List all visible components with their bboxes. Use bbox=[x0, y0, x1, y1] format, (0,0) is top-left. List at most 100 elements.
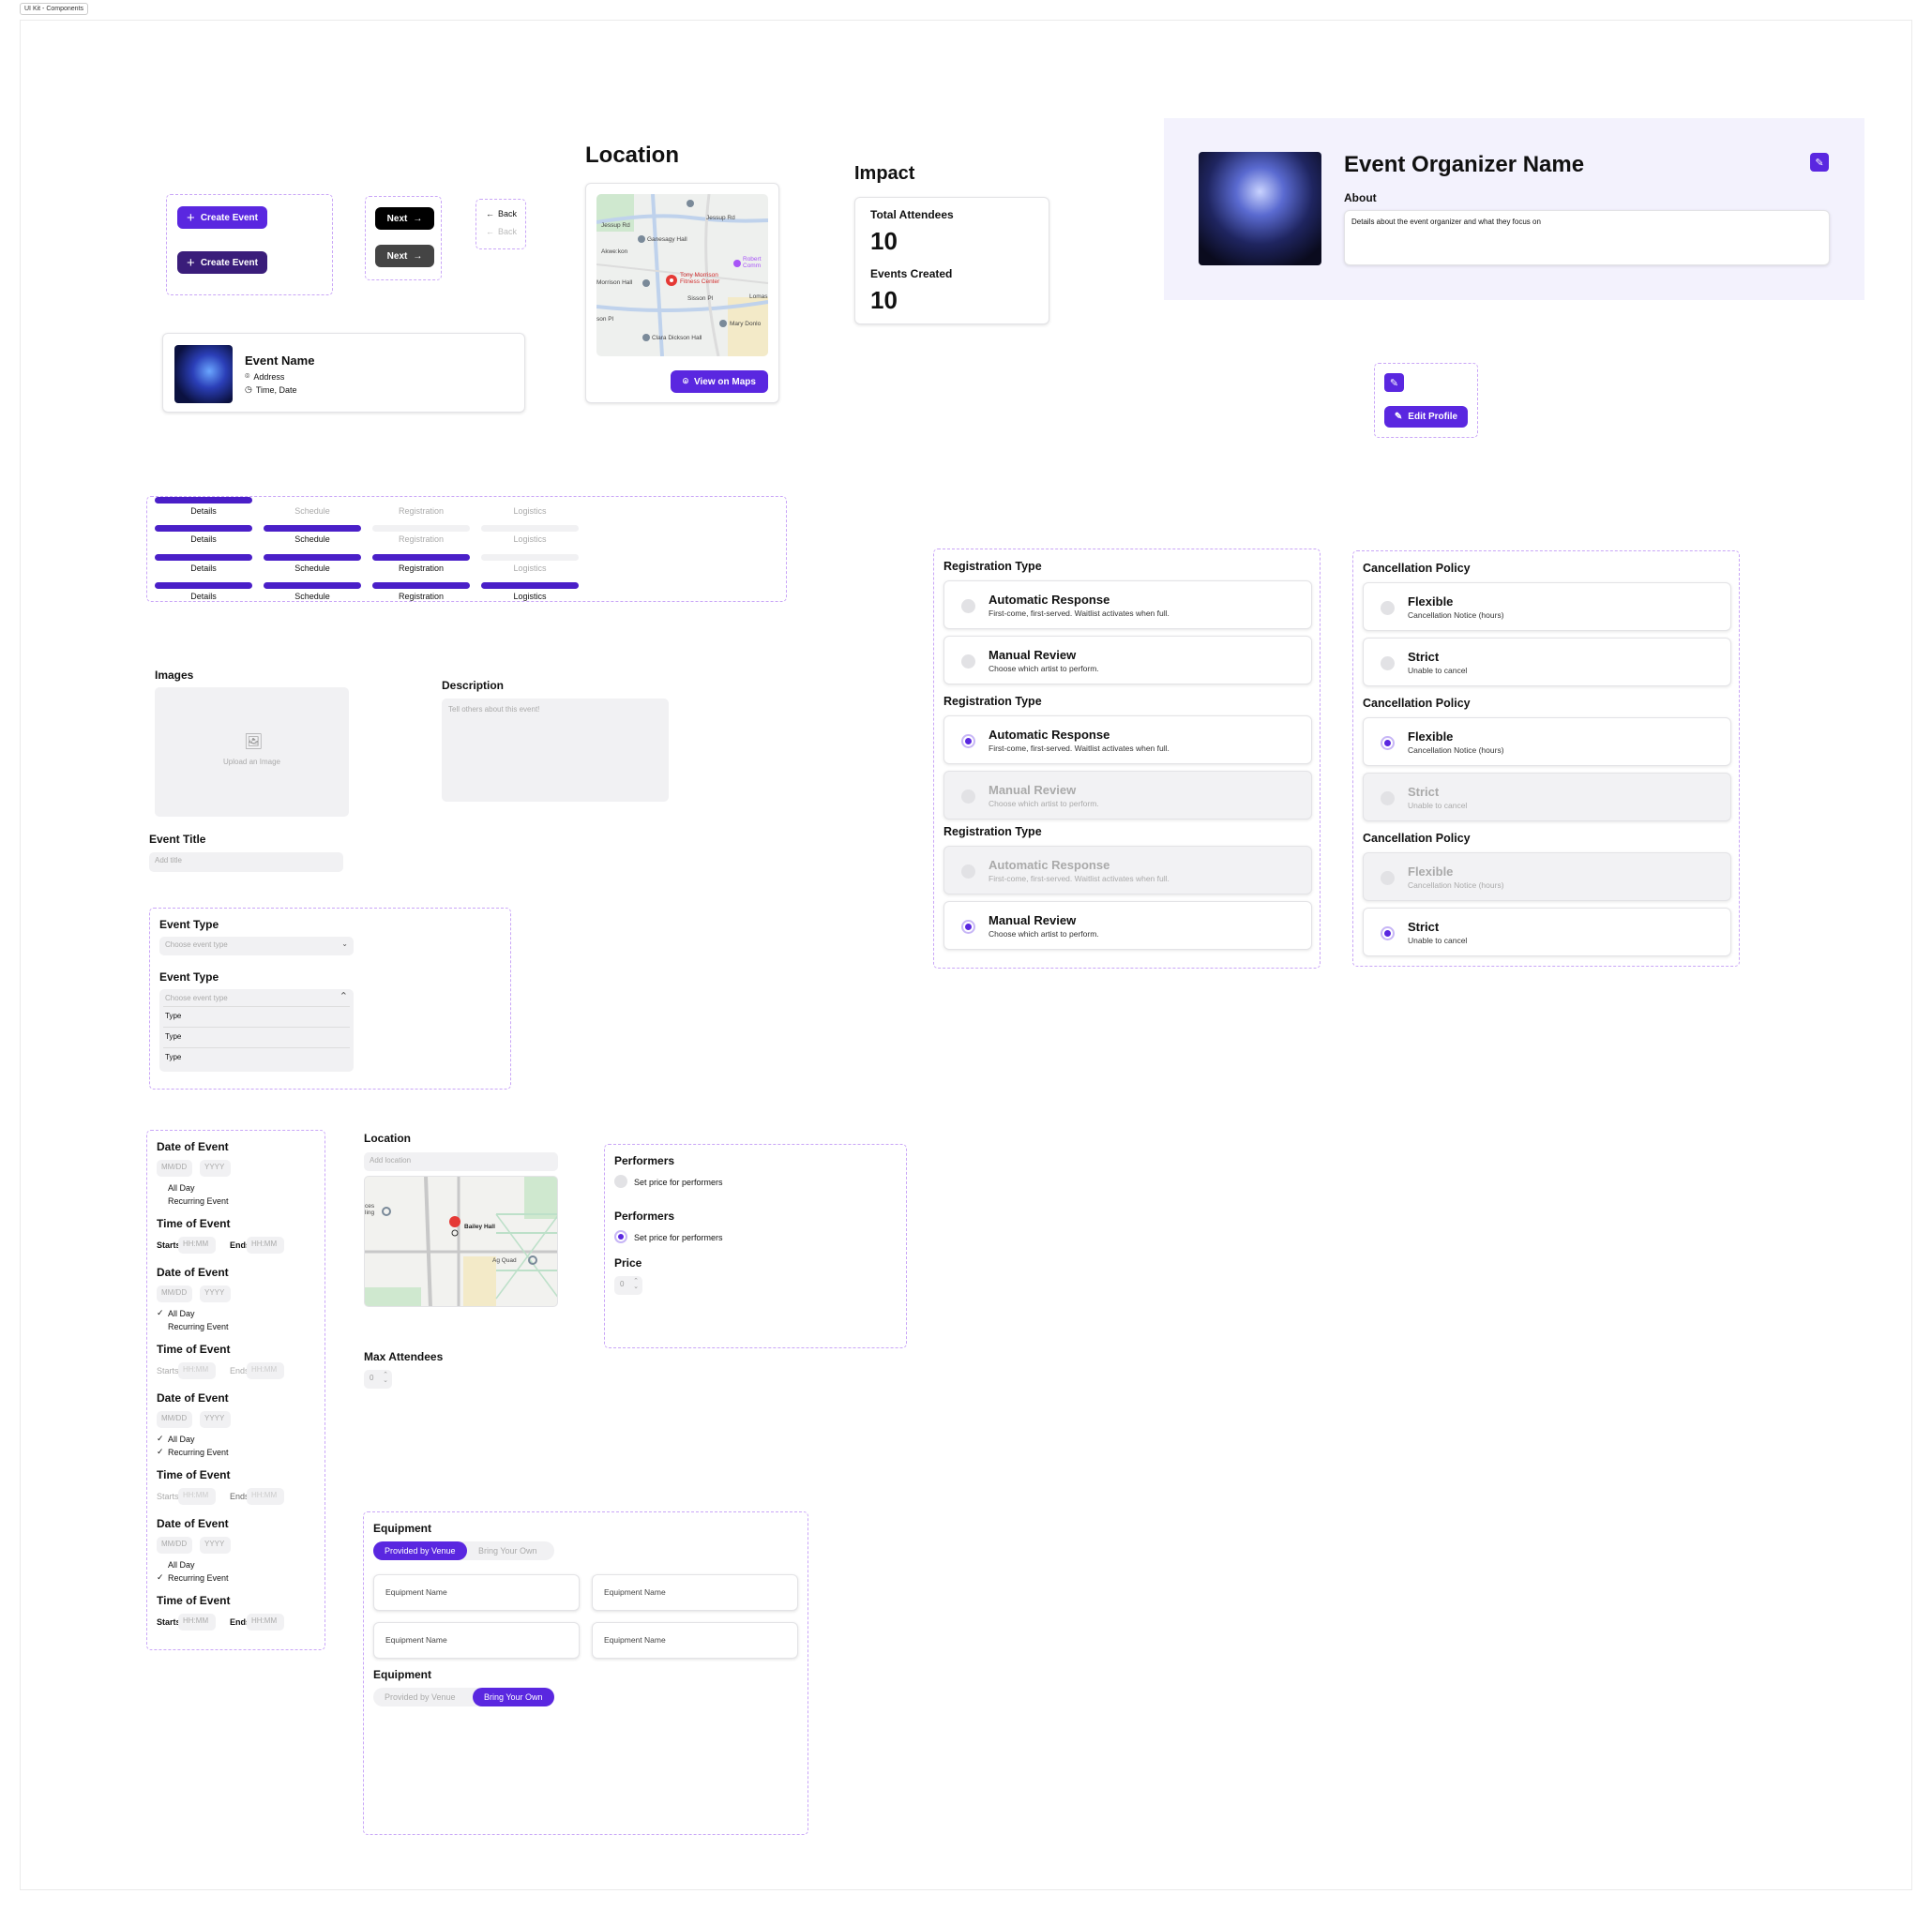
recurring-checkbox[interactable]: Recurring Event bbox=[168, 1573, 229, 1583]
tab-bring-your-own[interactable]: Bring Your Own bbox=[473, 1688, 554, 1706]
location-placeholder: Add location bbox=[370, 1156, 412, 1165]
hhmm-placeholder: HH:MM bbox=[251, 1491, 278, 1499]
cancellation-option-strict[interactable]: Strict Unable to cancel bbox=[1363, 908, 1731, 956]
end-time-input[interactable]: HH:MM bbox=[247, 1488, 284, 1505]
event-card[interactable]: Event Name ⌾ Address ◷ Time, Date bbox=[162, 333, 525, 413]
performers-label: Performers bbox=[614, 1210, 675, 1223]
tab-label: Bring Your Own bbox=[484, 1692, 543, 1702]
cancellation-option-strict[interactable]: Strict Unable to cancel bbox=[1363, 638, 1731, 686]
start-time-input[interactable]: HH:MM bbox=[178, 1362, 216, 1379]
equipment-name-input[interactable]: Equipment Name bbox=[592, 1622, 798, 1659]
progress-bar bbox=[264, 525, 361, 532]
progress-bar bbox=[481, 554, 579, 561]
description-textarea[interactable]: Tell others about this event! bbox=[442, 699, 669, 802]
edit-profile-label: Edit Profile bbox=[1408, 412, 1458, 422]
registration-option-manual[interactable]: Manual Review Choose which artist to perf… bbox=[943, 636, 1312, 684]
all-day-checkbox[interactable]: All Day bbox=[168, 1183, 195, 1193]
next-button[interactable]: Next → bbox=[375, 207, 434, 230]
edit-profile-button[interactable]: ✎ Edit Profile bbox=[1384, 406, 1468, 428]
radio-button bbox=[961, 789, 975, 804]
location-form-map[interactable]: Bailey Hall Ag Quad ces ling bbox=[364, 1176, 558, 1307]
cancellation-option-strict[interactable]: Strict Unable to cancel bbox=[1363, 773, 1731, 821]
year-input[interactable]: YYYY bbox=[200, 1537, 231, 1554]
cancellation-option-flexible[interactable]: Flexible Cancellation Notice (hours) bbox=[1363, 852, 1731, 901]
radio-button bbox=[961, 864, 975, 879]
start-time-input[interactable]: HH:MM bbox=[178, 1237, 216, 1254]
all-day-checkbox[interactable]: All Day bbox=[168, 1560, 195, 1570]
all-day-checkbox[interactable]: All Day bbox=[168, 1435, 195, 1444]
event-title-input[interactable]: Add title bbox=[149, 852, 343, 872]
cancellation-option-flexible[interactable]: Flexible Cancellation Notice (hours) bbox=[1363, 582, 1731, 631]
back-button-disabled[interactable]: ← Back bbox=[486, 227, 517, 236]
year-input[interactable]: YYYY bbox=[200, 1411, 231, 1428]
equipment-segmented: Provided by Venue Bring Your Own bbox=[373, 1688, 554, 1706]
create-event-button-hover[interactable]: + Create Event bbox=[177, 251, 267, 274]
year-input[interactable]: YYYY bbox=[200, 1160, 231, 1177]
max-attendees-stepper[interactable]: 0 ⌃ ⌄ bbox=[364, 1370, 392, 1389]
registration-option-manual[interactable]: Manual Review Choose which artist to perf… bbox=[943, 901, 1312, 950]
next-button-group: Next → Next → bbox=[365, 196, 442, 280]
cancellation-policy-label: Cancellation Policy bbox=[1363, 832, 1471, 845]
equipment-placeholder: Equipment Name bbox=[604, 1587, 666, 1597]
set-price-radio[interactable] bbox=[614, 1175, 627, 1188]
progress-bar bbox=[155, 525, 252, 532]
create-event-button[interactable]: + Create Event bbox=[177, 206, 267, 229]
view-on-maps-button[interactable]: ⌾ View on Maps bbox=[671, 370, 768, 393]
option-subtitle: Cancellation Notice (hours) bbox=[1408, 880, 1504, 890]
image-upload-area[interactable]: 🖼 Upload an Image bbox=[155, 687, 349, 817]
registration-option-auto[interactable]: Automatic Response First-come, first-serv… bbox=[943, 846, 1312, 894]
cancellation-option-flexible[interactable]: Flexible Cancellation Notice (hours) bbox=[1363, 717, 1731, 766]
month-input[interactable]: MM/DD bbox=[157, 1160, 192, 1177]
location-input[interactable]: Add location bbox=[364, 1152, 558, 1171]
events-created-label: Events Created bbox=[870, 267, 953, 280]
year-input[interactable]: YYYY bbox=[200, 1285, 231, 1302]
edit-icon-button[interactable]: ✎ bbox=[1384, 373, 1404, 392]
all-day-checkbox[interactable]: All Day bbox=[168, 1309, 195, 1318]
set-price-radio[interactable] bbox=[614, 1230, 627, 1243]
recurring-checkbox[interactable]: Recurring Event bbox=[168, 1448, 229, 1457]
total-attendees-value: 10 bbox=[870, 227, 898, 255]
yyyy-placeholder: YYYY bbox=[204, 1414, 225, 1422]
dropdown-option[interactable]: Type bbox=[163, 1027, 350, 1045]
mm-placeholder: MM/DD bbox=[161, 1163, 188, 1171]
registration-option-manual[interactable]: Manual Review Choose which artist to perf… bbox=[943, 771, 1312, 819]
max-attendees-value: 0 bbox=[370, 1374, 374, 1382]
month-input[interactable]: MM/DD bbox=[157, 1285, 192, 1302]
dropdown-option[interactable]: Type bbox=[163, 1006, 350, 1025]
start-time-input[interactable]: HH:MM bbox=[178, 1488, 216, 1505]
event-type-dropdown-open[interactable]: Choose event type ⌃ Type Type Type bbox=[159, 989, 354, 1072]
tab-provided-by-venue[interactable]: Provided by Venue bbox=[373, 1688, 467, 1706]
dropdown-option[interactable]: Type bbox=[163, 1047, 350, 1066]
option-label: Type bbox=[165, 1053, 182, 1061]
month-input[interactable]: MM/DD bbox=[157, 1411, 192, 1428]
start-time-input[interactable]: HH:MM bbox=[178, 1614, 216, 1631]
equipment-name-input[interactable]: Equipment Name bbox=[592, 1574, 798, 1611]
create-event-label: Create Event bbox=[200, 212, 258, 223]
tab-bring-your-own[interactable]: Bring Your Own bbox=[467, 1541, 549, 1560]
registration-option-auto[interactable]: Automatic Response First-come, first-serv… bbox=[943, 715, 1312, 764]
tab-provided-by-venue[interactable]: Provided by Venue bbox=[373, 1541, 467, 1560]
about-textarea[interactable]: Details about the event organizer and wh… bbox=[1344, 210, 1830, 265]
month-input[interactable]: MM/DD bbox=[157, 1537, 192, 1554]
image-icon: 🖼 bbox=[244, 734, 264, 750]
end-time-input[interactable]: HH:MM bbox=[247, 1237, 284, 1254]
location-map[interactable]: Jessup Rd Ganesagy Hall Akwe:kon Tony Mo… bbox=[596, 194, 768, 356]
end-time-input[interactable]: HH:MM bbox=[247, 1614, 284, 1631]
end-time-input[interactable]: HH:MM bbox=[247, 1362, 284, 1379]
event-type-select[interactable]: Choose event type ⌄ bbox=[159, 937, 354, 955]
registration-option-auto[interactable]: Automatic Response First-come, first-serv… bbox=[943, 580, 1312, 629]
edit-icon-button[interactable]: ✎ bbox=[1810, 153, 1829, 172]
recurring-checkbox[interactable]: Recurring Event bbox=[168, 1196, 229, 1206]
check-icon: ✓ bbox=[157, 1434, 164, 1443]
price-stepper[interactable]: 0 ⌃ ⌄ bbox=[614, 1276, 642, 1295]
next-button-disabled[interactable]: Next → bbox=[375, 245, 434, 267]
back-button[interactable]: ← Back bbox=[486, 209, 517, 218]
recurring-checkbox[interactable]: Recurring Event bbox=[168, 1322, 229, 1331]
step-label: Details bbox=[190, 534, 217, 544]
edit-profile-group: ✎ ✎ Edit Profile bbox=[1374, 363, 1478, 438]
progress-bar bbox=[155, 582, 252, 589]
option-title: Flexible bbox=[1408, 594, 1454, 609]
mm-placeholder: MM/DD bbox=[161, 1540, 188, 1548]
equipment-name-input[interactable]: Equipment Name bbox=[373, 1574, 580, 1611]
equipment-name-input[interactable]: Equipment Name bbox=[373, 1622, 580, 1659]
